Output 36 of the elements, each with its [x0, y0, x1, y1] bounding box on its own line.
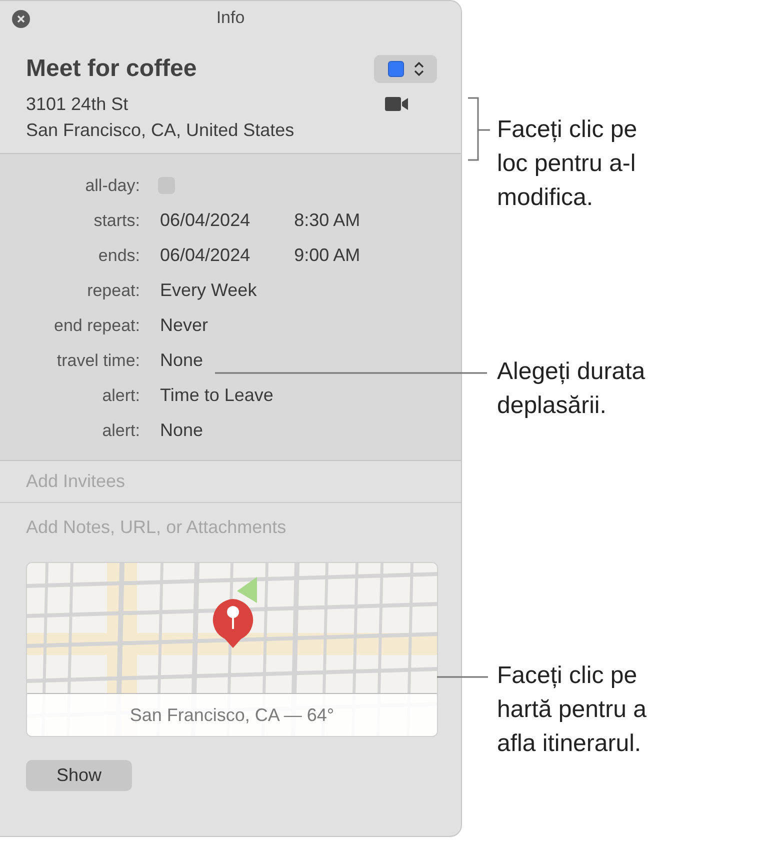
callout-text: Faceți clic pe hartă pentru a afla itinerarul. — [497, 661, 646, 759]
map-caption: San Francisco, CA — 64° — [130, 704, 334, 726]
callout-text: Alegeți durata deplasării. — [497, 357, 646, 421]
detail-value[interactable]: Every Week — [158, 280, 257, 301]
event-title[interactable]: Meet for coffee — [26, 55, 197, 83]
detail-value[interactable]: None — [158, 350, 204, 371]
field-label: starts: — [92, 210, 140, 232]
leader-line — [437, 676, 489, 678]
field-label: ends: — [97, 245, 140, 267]
close-icon — [17, 15, 25, 23]
map-pin-icon — [210, 597, 256, 649]
field-label: alert: — [101, 420, 140, 442]
show-button[interactable]: Show — [26, 760, 132, 791]
field-label: repeat: — [86, 280, 140, 302]
video-camera-icon[interactable] — [385, 96, 409, 112]
close-button[interactable] — [12, 10, 30, 28]
date-value[interactable]: 06/04/2024 — [158, 245, 250, 266]
time-value[interactable]: 9:00 AM — [292, 245, 360, 266]
invitees-field[interactable]: Add Invitees — [26, 471, 438, 492]
detail-value[interactable]: None — [158, 420, 204, 441]
detail-value[interactable]: Never — [158, 315, 208, 336]
chevrons-icon — [414, 61, 424, 77]
callout-text: Faceți clic pe loc pentru a-l modifica. — [497, 115, 638, 213]
bracket-leader-line — [468, 98, 492, 160]
window-title: Info — [216, 8, 245, 28]
detail-value[interactable]: Time to Leave — [158, 385, 274, 406]
notes-field[interactable]: Add Notes, URL, or Attachments — [26, 517, 438, 538]
calendar-picker[interactable] — [374, 55, 437, 83]
date-value[interactable]: 06/04/2024 — [158, 210, 250, 231]
street-map[interactable]: San Francisco, CA — 64° — [26, 562, 438, 737]
event-location[interactable]: 3101 24th St San Francisco, CA, United States — [26, 91, 294, 143]
field-label: alert: — [101, 385, 140, 407]
time-value[interactable]: 8:30 AM — [292, 210, 360, 231]
field-label: travel time: — [56, 350, 140, 372]
field-label: all-day: — [84, 175, 140, 197]
field-label: end repeat: — [52, 315, 140, 337]
